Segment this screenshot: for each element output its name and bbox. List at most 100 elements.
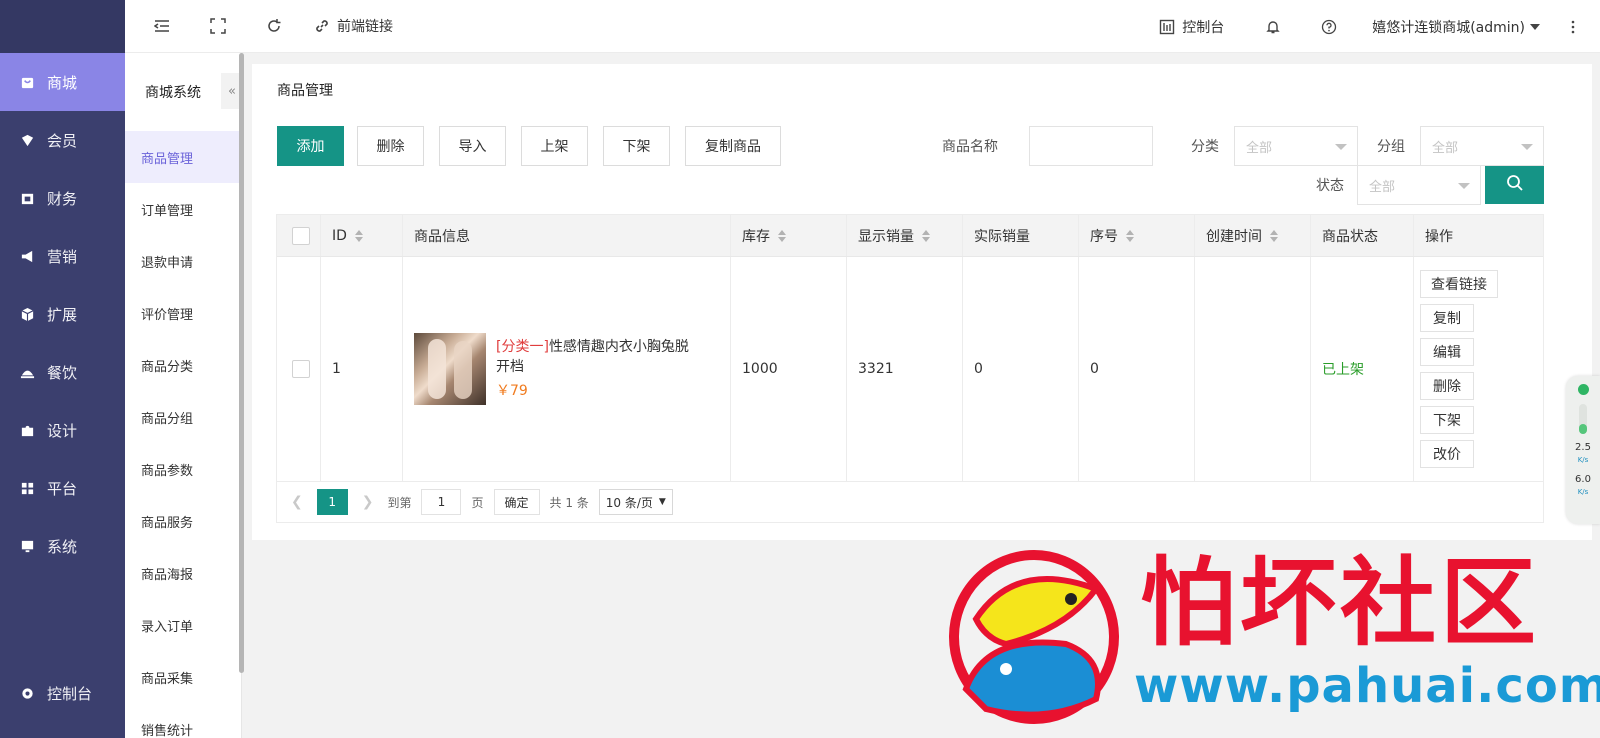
submenu-scrollbar[interactable] xyxy=(239,53,244,673)
puzzle-icon xyxy=(20,423,35,438)
row-checkbox[interactable] xyxy=(292,360,310,378)
status-select[interactable]: 全部 xyxy=(1357,165,1481,205)
subitem-params[interactable]: 商品参数 xyxy=(125,443,241,495)
nav-item-console[interactable]: 控制台 xyxy=(0,664,125,722)
bell-icon[interactable] xyxy=(1264,18,1282,36)
cell-actual-sales: 0 xyxy=(963,257,1079,481)
nav-item-label: 商城 xyxy=(47,73,78,92)
caret-down-icon xyxy=(1458,183,1470,189)
nav-item-system[interactable]: 系统 xyxy=(0,517,125,575)
cell-order: 0 xyxy=(1079,257,1195,481)
goto-label: 到第 xyxy=(387,495,412,510)
goods-thumbnail[interactable] xyxy=(414,333,486,405)
import-button[interactable]: 导入 xyxy=(439,126,506,166)
more-vertical-icon[interactable] xyxy=(1564,18,1582,36)
watermark-url: www.pahuai.com xyxy=(1134,658,1600,714)
nav-item-marketing[interactable]: 营销 xyxy=(0,227,125,285)
header-goods-info: 商品信息 xyxy=(403,215,731,256)
status-select-value: 全部 xyxy=(1369,179,1396,195)
goods-table: ID 商品信息 库存 显示销量 实际销量 序号 创建时间 商品状态 操作 1 [… xyxy=(276,214,1544,523)
header-stock[interactable]: 库存 xyxy=(731,215,847,256)
nav-item-platform[interactable]: 平台 xyxy=(0,459,125,517)
status-label: 状态 xyxy=(1316,178,1344,194)
subitem-service[interactable]: 商品服务 xyxy=(125,495,241,547)
nav-item-finance[interactable]: 财务 xyxy=(0,169,125,227)
goto-confirm-button[interactable]: 确定 xyxy=(493,489,540,515)
header-created[interactable]: 创建时间 xyxy=(1195,215,1311,256)
copy-goods-button[interactable]: 复制商品 xyxy=(685,126,781,166)
search-button[interactable] xyxy=(1485,166,1544,204)
cell-created xyxy=(1195,257,1311,481)
monitor-icon xyxy=(20,539,35,554)
view-link-button[interactable]: 查看链接 xyxy=(1420,270,1498,298)
next-page-icon[interactable]: ❯ xyxy=(362,494,374,510)
link-icon xyxy=(313,17,331,35)
subitem-collect[interactable]: 商品采集 xyxy=(125,651,241,703)
nav-item-label: 设计 xyxy=(47,421,78,440)
nav-item-extend[interactable]: 扩展 xyxy=(0,285,125,343)
edit-button[interactable]: 编辑 xyxy=(1420,338,1474,366)
nav-item-member[interactable]: 会员 xyxy=(0,111,125,169)
search-icon xyxy=(1506,174,1524,196)
page-size-select[interactable]: 10 条/页 ▼ xyxy=(598,489,673,515)
group-select-value: 全部 xyxy=(1432,140,1459,156)
fullscreen-icon[interactable] xyxy=(209,17,227,35)
total-count: 共 1 条 xyxy=(549,495,589,510)
user-menu[interactable]: 嬉悠计连锁商城(admin) xyxy=(1372,17,1540,37)
main-sidebar: 商城 会员 财务 营销 扩展 餐饮 设计 平台 系统 控制台 xyxy=(0,0,125,738)
shop-icon xyxy=(20,75,35,90)
refresh-icon[interactable] xyxy=(265,17,283,35)
cell-status: 已上架 xyxy=(1311,257,1414,481)
row-delist-button[interactable]: 下架 xyxy=(1420,406,1474,434)
header-id[interactable]: ID xyxy=(321,215,403,256)
help-icon[interactable] xyxy=(1320,18,1338,36)
nav-item-design[interactable]: 设计 xyxy=(0,401,125,459)
goods-name-label: 商品名称 xyxy=(942,139,998,155)
nav-item-shop[interactable]: 商城 xyxy=(0,53,125,111)
subitem-reviews[interactable]: 评价管理 xyxy=(125,287,241,339)
console-link[interactable]: 控制台 xyxy=(1158,17,1224,37)
header-display-sales[interactable]: 显示销量 xyxy=(847,215,963,256)
copy-button[interactable]: 复制 xyxy=(1420,304,1474,332)
subitem-group[interactable]: 商品分组 xyxy=(125,391,241,443)
select-all-checkbox[interactable] xyxy=(292,226,310,245)
logo-area xyxy=(0,0,125,53)
delete-button[interactable]: 删除 xyxy=(357,126,424,166)
subitem-refund[interactable]: 退款申请 xyxy=(125,235,241,287)
menu-fold-icon[interactable] xyxy=(153,17,171,35)
change-price-button[interactable]: 改价 xyxy=(1420,440,1474,468)
nav-item-label: 扩展 xyxy=(47,305,78,324)
page-unit: 页 xyxy=(471,495,484,510)
header-actual-sales: 实际销量 xyxy=(963,215,1079,256)
header-checkbox-cell xyxy=(277,215,321,256)
subitem-orders[interactable]: 订单管理 xyxy=(125,183,241,235)
prev-page-icon[interactable]: ❮ xyxy=(291,494,303,510)
subitem-category[interactable]: 商品分类 xyxy=(125,339,241,391)
goods-name-input[interactable] xyxy=(1029,126,1153,166)
subitem-goods[interactable]: 商品管理 xyxy=(125,131,241,183)
frontend-link[interactable]: 前端链接 xyxy=(313,16,393,36)
sort-icon xyxy=(922,229,930,242)
subitem-sales-stats[interactable]: 销售统计 xyxy=(125,703,241,738)
cube-icon xyxy=(20,307,35,322)
category-select[interactable]: 全部 xyxy=(1234,126,1358,166)
add-button[interactable]: 添加 xyxy=(277,126,344,166)
delist-button[interactable]: 下架 xyxy=(603,126,670,166)
page-1[interactable]: 1 xyxy=(316,489,348,515)
network-speed-widget[interactable]: 2.5 K/s 6.0 K/s xyxy=(1566,376,1600,524)
subitem-poster[interactable]: 商品海报 xyxy=(125,547,241,599)
top-bar: 前端链接 控制台 嬉悠计连锁商城(admin) xyxy=(125,0,1600,53)
download-speed: 6.0 K/s xyxy=(1575,474,1591,496)
row-delete-button[interactable]: 删除 xyxy=(1420,372,1474,400)
caret-down-icon xyxy=(1521,144,1533,150)
watermark-fish-logo xyxy=(946,549,1124,725)
download-unit: K/s xyxy=(1577,488,1589,496)
list-button[interactable]: 上架 xyxy=(521,126,588,166)
sort-icon xyxy=(778,229,786,242)
group-select[interactable]: 全部 xyxy=(1420,126,1544,166)
nav-item-dining[interactable]: 餐饮 xyxy=(0,343,125,401)
subitem-entry-order[interactable]: 录入订单 xyxy=(125,599,241,651)
header-order[interactable]: 序号 xyxy=(1079,215,1195,256)
page-input[interactable]: 1 xyxy=(421,489,462,515)
nav-item-label: 系统 xyxy=(47,537,78,556)
